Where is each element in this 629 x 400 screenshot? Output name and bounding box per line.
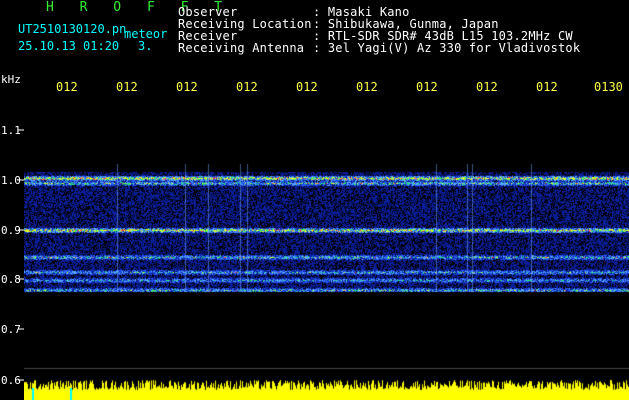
datetime-label: 25.10.13 01:20 bbox=[18, 39, 120, 53]
antenna-label: Receiving Antenna bbox=[178, 41, 305, 55]
antenna-value: : 3el Yagi(V) Az 330 for Vladivostok bbox=[313, 41, 581, 55]
y-axis-unit: kHz bbox=[1, 73, 21, 86]
signal-strength-strip bbox=[24, 374, 629, 400]
spectrogram-canvas bbox=[24, 92, 629, 374]
speed-label: 3. bbox=[138, 39, 153, 53]
filename-label: UT2510130120.pn bbox=[18, 22, 127, 36]
